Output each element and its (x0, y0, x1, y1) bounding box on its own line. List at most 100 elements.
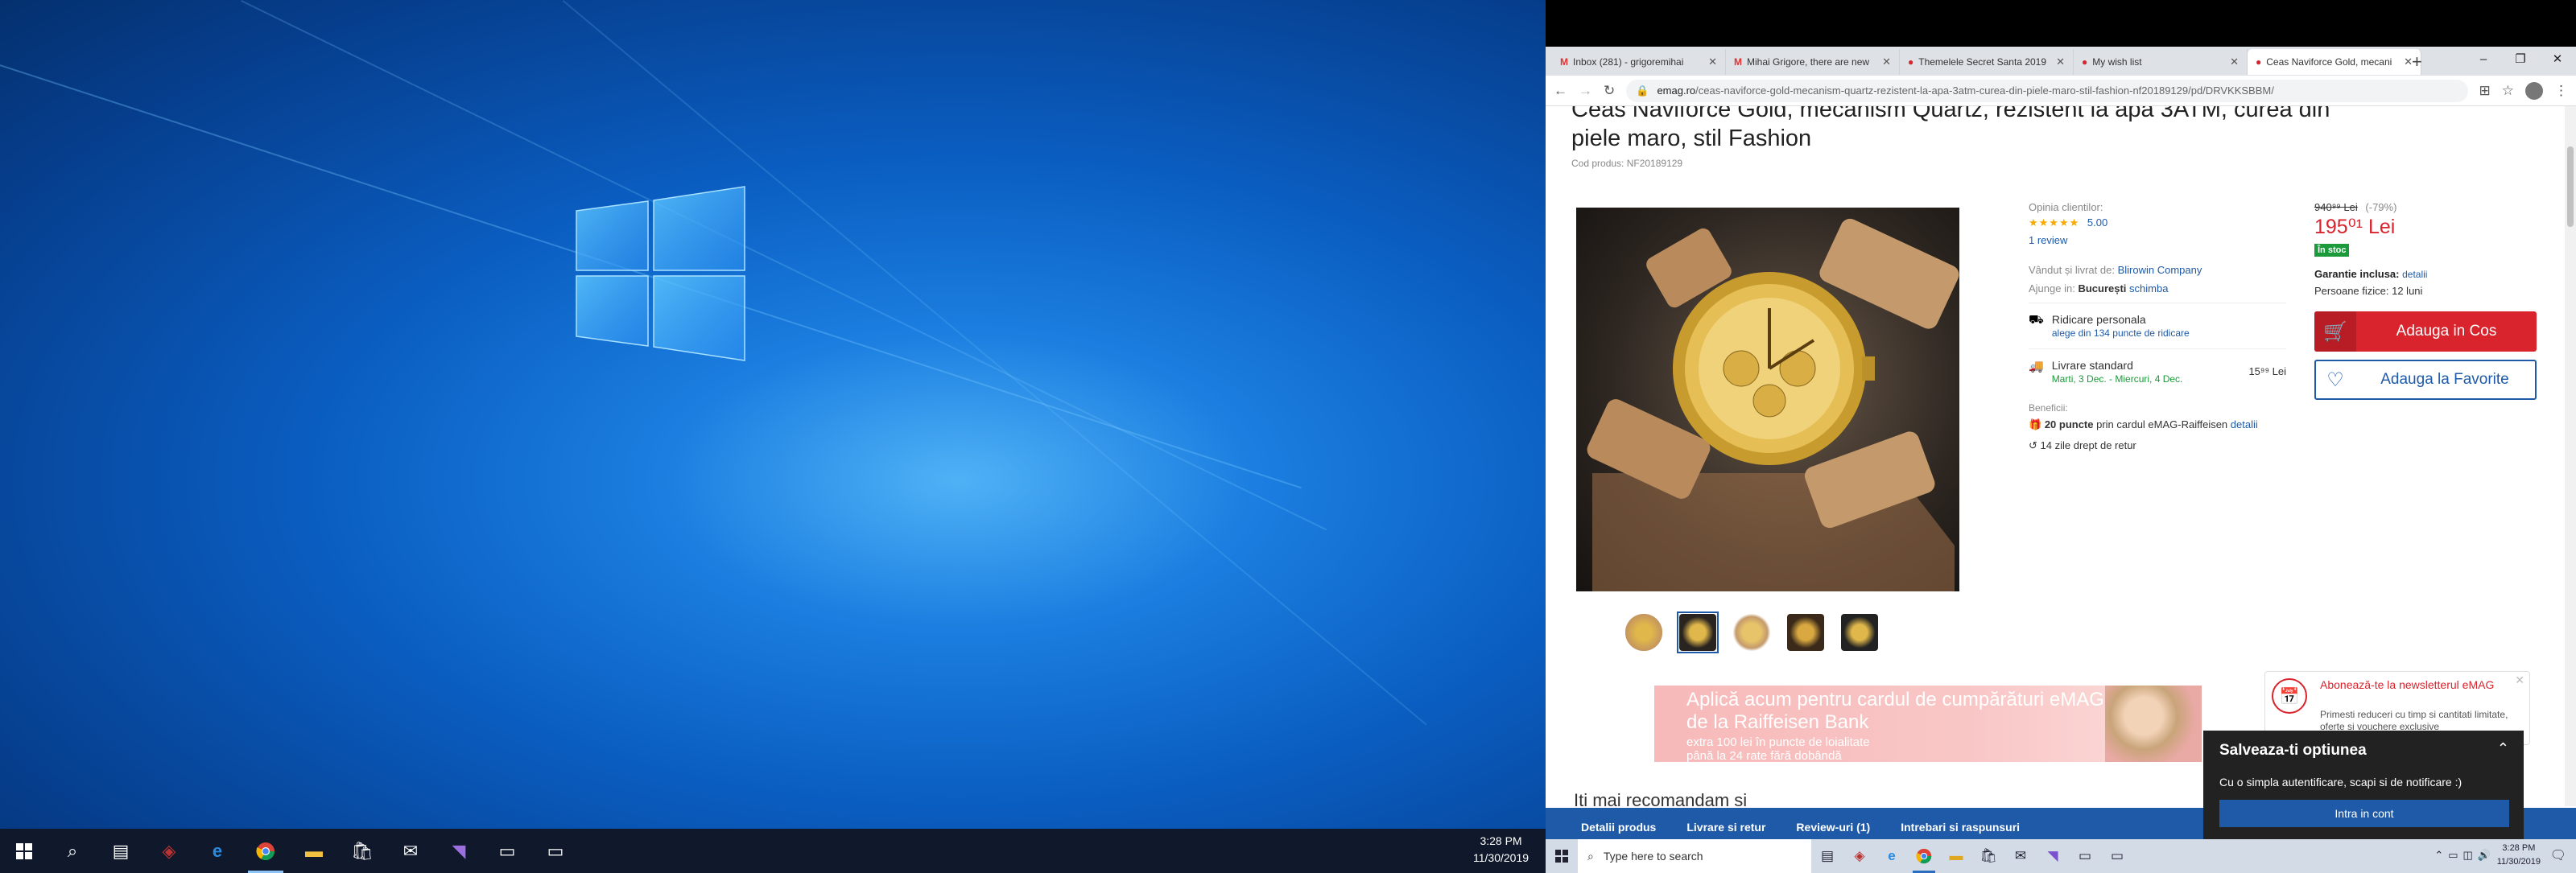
price-box: 940⁹⁹ Lei (-79%) 195⁰¹ Lei În stoc Garan… (2314, 201, 2540, 400)
taskbar-clock[interactable]: 3:28 PM 11/30/2019 (1473, 833, 1529, 867)
window-icon[interactable]: ▭ (531, 829, 580, 873)
tab-title: Mihai Grigore, there are new (1747, 56, 1870, 68)
url-field[interactable]: 🔒 emag.ro/ceas-naviforce-gold-mecanism-q… (1626, 79, 2468, 102)
windows-start-icon[interactable] (0, 829, 48, 873)
pickup-link[interactable]: alege din 134 puncte de ridicare (2052, 327, 2190, 339)
stars-icon: ★★★★★ (2029, 216, 2080, 229)
search-icon[interactable]: ⌕ (48, 829, 97, 873)
mail-icon[interactable]: ✉ (2004, 839, 2037, 873)
file-explorer-icon[interactable]: ▬ (290, 829, 338, 873)
chevron-up-icon[interactable]: ⌃ (2497, 740, 2509, 757)
watch-image (1587, 218, 1959, 591)
section-link-reviews[interactable]: Review-uri (1) (1796, 821, 1870, 834)
scroll-thumb[interactable] (2567, 146, 2574, 227)
warranty-details-link[interactable]: detalii (2402, 269, 2427, 280)
file-explorer-icon[interactable]: ▬ (1940, 839, 1972, 873)
add-to-favorites-button[interactable]: ♡ Adauga la Favorite (2314, 360, 2537, 400)
clock-date: 11/30/2019 (2496, 857, 2541, 867)
close-icon[interactable]: ✕ (2230, 56, 2239, 68)
close-window-icon[interactable]: ✕ (2539, 47, 2576, 71)
tab-naviforce[interactable]: ● Ceas Naviforce Gold, mecani ✕ (2248, 49, 2421, 75)
thumbnail[interactable] (1785, 612, 1827, 653)
raiffeisen-banner[interactable]: Aplică acum pentru cardul de cumpărături… (1654, 686, 2202, 762)
product-image[interactable] (1576, 208, 1959, 591)
tab-gmail-notification[interactable]: M Mihai Grigore, there are new ✕ (1726, 49, 1900, 75)
reload-icon[interactable]: ↻ (1604, 83, 1615, 99)
benefit-points: 🎁 20 puncte prin cardul eMAG-Raiffeisen … (2029, 418, 2286, 431)
visual-studio-icon[interactable]: ◥ (2037, 839, 2069, 873)
predator-icon[interactable]: ◈ (145, 829, 193, 873)
url-domain: emag.ro (1657, 84, 1696, 97)
forward-icon[interactable]: → (1579, 83, 1592, 99)
task-view-icon[interactable]: ▤ (1811, 839, 1843, 873)
lock-icon: 🔒 (1636, 84, 1649, 97)
predator-icon[interactable]: ◈ (1843, 839, 1876, 873)
close-icon[interactable]: ✕ (2056, 56, 2065, 68)
emag-icon: ● (1908, 56, 1914, 68)
profile-icon[interactable] (2525, 81, 2543, 100)
section-link-details[interactable]: Detalii produs (1581, 821, 1656, 834)
benefit-details-link[interactable]: detalii (2231, 418, 2258, 430)
terminal-icon[interactable]: ▭ (2069, 839, 2101, 873)
close-icon[interactable]: ✕ (1882, 56, 1891, 68)
system-tray-icons[interactable]: ⌃▭◫🔊 (2434, 849, 2496, 862)
taskbar-search-box[interactable]: ⌕ Type here to search (1578, 839, 1811, 873)
current-price: 195⁰¹ Lei (2314, 216, 2396, 238)
store-icon[interactable]: 🛍 (338, 829, 386, 873)
scrollbar[interactable] (2565, 106, 2576, 806)
seller-link[interactable]: Blirowin Company (2118, 264, 2202, 276)
chrome-icon[interactable] (242, 829, 290, 873)
add-to-cart-button[interactable]: 🛒 Adauga in Cos (2314, 311, 2537, 352)
new-tab-icon[interactable]: + (2412, 51, 2422, 72)
pickup-option: ⛟ Ridicare personala alege din 134 punct… (2029, 303, 2286, 339)
chrome-icon[interactable] (1908, 839, 1940, 873)
tab-wish-list[interactable]: ● My wish list ✕ (2074, 49, 2248, 75)
login-button[interactable]: Intra in cont (2219, 800, 2509, 827)
visual-studio-icon[interactable]: ◥ (435, 829, 483, 873)
windows-logo (576, 186, 745, 361)
warranty-value: Persoane fizice: 12 luni (2314, 285, 2423, 297)
close-icon[interactable]: ✕ (1708, 56, 1717, 68)
change-city-link[interactable]: schimba (2129, 282, 2168, 294)
delivery-title: Livrare standard (2051, 359, 2133, 372)
search-icon: ⌕ (1587, 849, 1594, 863)
thumbnail[interactable] (1731, 612, 1773, 653)
window-icon[interactable]: ▭ (2101, 839, 2133, 873)
store-icon[interactable]: 🛍 (1972, 839, 2004, 873)
tab-inbox[interactable]: M Inbox (281) - grigoremihai ✕ (1552, 49, 1726, 75)
tab-secret-santa[interactable]: ● Themelele Secret Santa 2019 ✕ (1900, 49, 2074, 75)
translate-icon[interactable]: ⊞ (2479, 83, 2491, 99)
maximize-icon[interactable]: ❐ (2502, 47, 2539, 71)
windows-start-icon[interactable] (1546, 839, 1578, 873)
terminal-icon[interactable]: ▭ (483, 829, 531, 873)
pickup-title: Ridicare personala (2051, 313, 2146, 326)
banner-woman-image (2105, 686, 2202, 762)
back-icon[interactable]: ← (1554, 83, 1567, 99)
section-link-qa[interactable]: Intrebari si raspunsuri (1901, 821, 2020, 834)
bookmark-star-icon[interactable]: ☆ (2502, 83, 2514, 99)
edge-icon[interactable]: e (1876, 839, 1908, 873)
newsletter-title[interactable]: Abonează-te la newsletterul eMAG (2320, 678, 2497, 692)
heart-icon: ♡ (2326, 369, 2344, 391)
address-bar: ← → ↻ 🔒 emag.ro/ceas-naviforce-gold-meca… (1546, 76, 2576, 106)
emag-icon: ● (2256, 56, 2262, 68)
minimize-icon[interactable]: – (2465, 47, 2502, 71)
task-view-icon[interactable]: ▤ (97, 829, 145, 873)
close-icon[interactable]: ✕ (2515, 673, 2524, 687)
url-path: /ceas-naviforce-gold-mecanism-quartz-rez… (1695, 84, 2274, 97)
edge-icon[interactable]: e (193, 829, 242, 873)
notification-icon[interactable]: 🗨 (2550, 847, 2566, 863)
thumbnail-active[interactable] (1677, 612, 1719, 653)
clock-time: 3:28 PM (1480, 834, 1522, 847)
benefits-label: Beneficii: (2029, 402, 2068, 414)
thumbnail[interactable] (1839, 612, 1880, 653)
mail-icon[interactable]: ✉ (386, 829, 435, 873)
gmail-icon: M (1560, 56, 1568, 68)
window-controls: – ❐ ✕ (2465, 47, 2576, 71)
thumbnail[interactable] (1623, 612, 1665, 653)
taskbar-left: ⌕ ▤ ◈ e ▬ 🛍 ✉ ◥ ▭ ▭ 3:28 PM 11/30/2019 (0, 829, 1546, 873)
taskbar-clock[interactable]: 3:28 PM 11/30/2019 (2497, 842, 2541, 869)
section-link-delivery[interactable]: Livrare si retur (1686, 821, 1765, 834)
menu-icon[interactable]: ⋮ (2554, 83, 2568, 99)
reviews-link[interactable]: 1 review (2029, 234, 2286, 246)
